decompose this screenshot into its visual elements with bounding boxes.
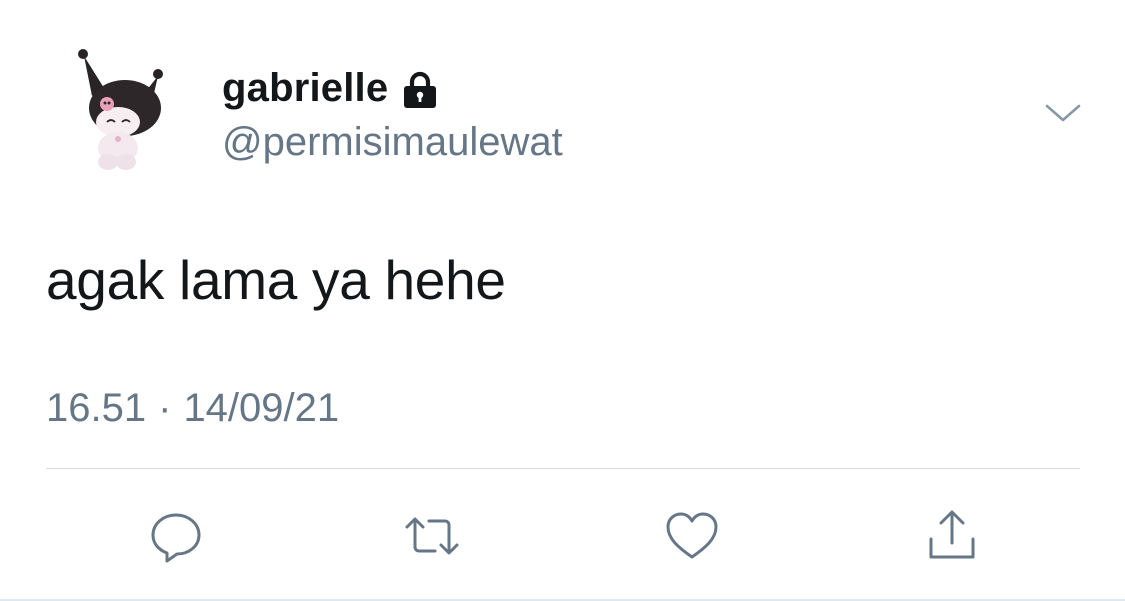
chevron-down-icon <box>1045 104 1081 122</box>
author-identity[interactable]: gabrielle @permisimaulewat <box>222 62 563 168</box>
tweet-date: 14/09/21 <box>183 386 340 430</box>
like-button[interactable] <box>660 504 724 568</box>
reply-button[interactable] <box>144 504 208 568</box>
divider <box>46 468 1080 469</box>
tweet-timestamp[interactable]: 16.51 · 14/09/21 <box>46 384 339 432</box>
like-icon <box>666 512 718 559</box>
share-icon <box>929 510 975 559</box>
lock-icon <box>400 70 440 110</box>
action-bar <box>0 500 1125 570</box>
tweet-text: agak lama ya hehe <box>46 249 506 311</box>
avatar[interactable] <box>70 44 170 176</box>
tweet-time: 16.51 <box>46 386 147 430</box>
meta-separator: · <box>158 386 172 430</box>
retweet-icon <box>405 517 459 555</box>
share-button[interactable] <box>920 504 984 568</box>
kuromi-avatar-icon <box>78 49 163 170</box>
tweet-card: gabrielle @permisimaulewat agak lama ya … <box>0 0 1125 601</box>
tweet-menu-button[interactable] <box>1043 98 1083 130</box>
display-name[interactable]: gabrielle <box>222 62 388 114</box>
reply-icon <box>151 513 201 563</box>
handle[interactable]: @permisimaulewat <box>222 116 563 168</box>
name-row: gabrielle <box>222 62 563 114</box>
retweet-button[interactable] <box>400 504 464 568</box>
